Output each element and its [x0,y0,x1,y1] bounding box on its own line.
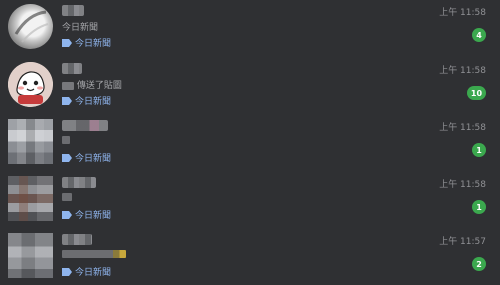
avatar [8,4,53,49]
chat-tag[interactable]: 今日新聞 [62,94,111,107]
label-tag-icon [62,96,72,105]
message-time: 上午 11:58 [439,8,486,18]
tag-label: 今日新聞 [75,39,112,49]
chat-tag[interactable]: 今日新聞 [62,208,111,221]
tag-label: 今日新聞 [75,97,112,107]
unread-badge: 2 [472,257,486,271]
tag-label: 今日新聞 [75,211,112,221]
message-preview [62,192,72,202]
message-preview [62,249,126,259]
avatar [8,176,53,221]
preview-text: 傳送了貼圖 [76,81,122,91]
chat-row-4[interactable]: 今日新聞 上午 11:58 1 [0,172,500,228]
message-preview [62,135,70,145]
chat-row-3[interactable]: 今日新聞 上午 11:58 1 [0,115,500,171]
label-tag-icon [62,153,72,162]
sender-name-blurred [62,81,74,90]
tag-label: 今日新聞 [75,154,112,164]
avatar [8,62,53,107]
chat-row-1[interactable]: 今日新聞 今日新聞 上午 11:58 4 [0,0,500,56]
message-time: 上午 11:58 [439,66,486,76]
avatar-image [14,10,49,43]
contact-name-blurred [62,5,84,16]
chat-row-2[interactable]: 傳送了貼圖 今日新聞 上午 11:58 10 [0,58,500,114]
label-tag-icon [62,210,72,219]
chat-tag[interactable]: 今日新聞 [62,36,111,49]
chat-tag[interactable]: 今日新聞 [62,151,111,164]
message-time: 上午 11:58 [439,180,486,190]
chat-tag[interactable]: 今日新聞 [62,265,111,278]
message-preview: 今日新聞 [62,23,99,33]
label-tag-icon [62,267,72,276]
tag-label: 今日新聞 [75,268,112,278]
contact-name-blurred [62,234,92,245]
contact-name-blurred [62,177,96,188]
label-tag-icon [62,38,72,47]
message-time: 上午 11:57 [439,237,486,247]
avatar [8,233,53,278]
preview-text-blurred [62,249,126,258]
unread-badge: 4 [472,28,486,42]
contact-name-blurred [62,120,108,131]
sticker-avatar-image [8,62,53,107]
unread-badge: 1 [472,200,486,214]
message-time: 上午 11:58 [439,123,486,133]
unread-badge: 10 [467,86,486,100]
chat-row-5[interactable]: 今日新聞 上午 11:57 2 [0,229,500,285]
message-preview: 傳送了貼圖 [62,78,122,91]
contact-name-blurred [62,63,82,74]
preview-text-blurred [62,135,70,144]
unread-badge: 1 [472,143,486,157]
avatar [8,119,53,164]
preview-text-blurred [62,192,72,201]
